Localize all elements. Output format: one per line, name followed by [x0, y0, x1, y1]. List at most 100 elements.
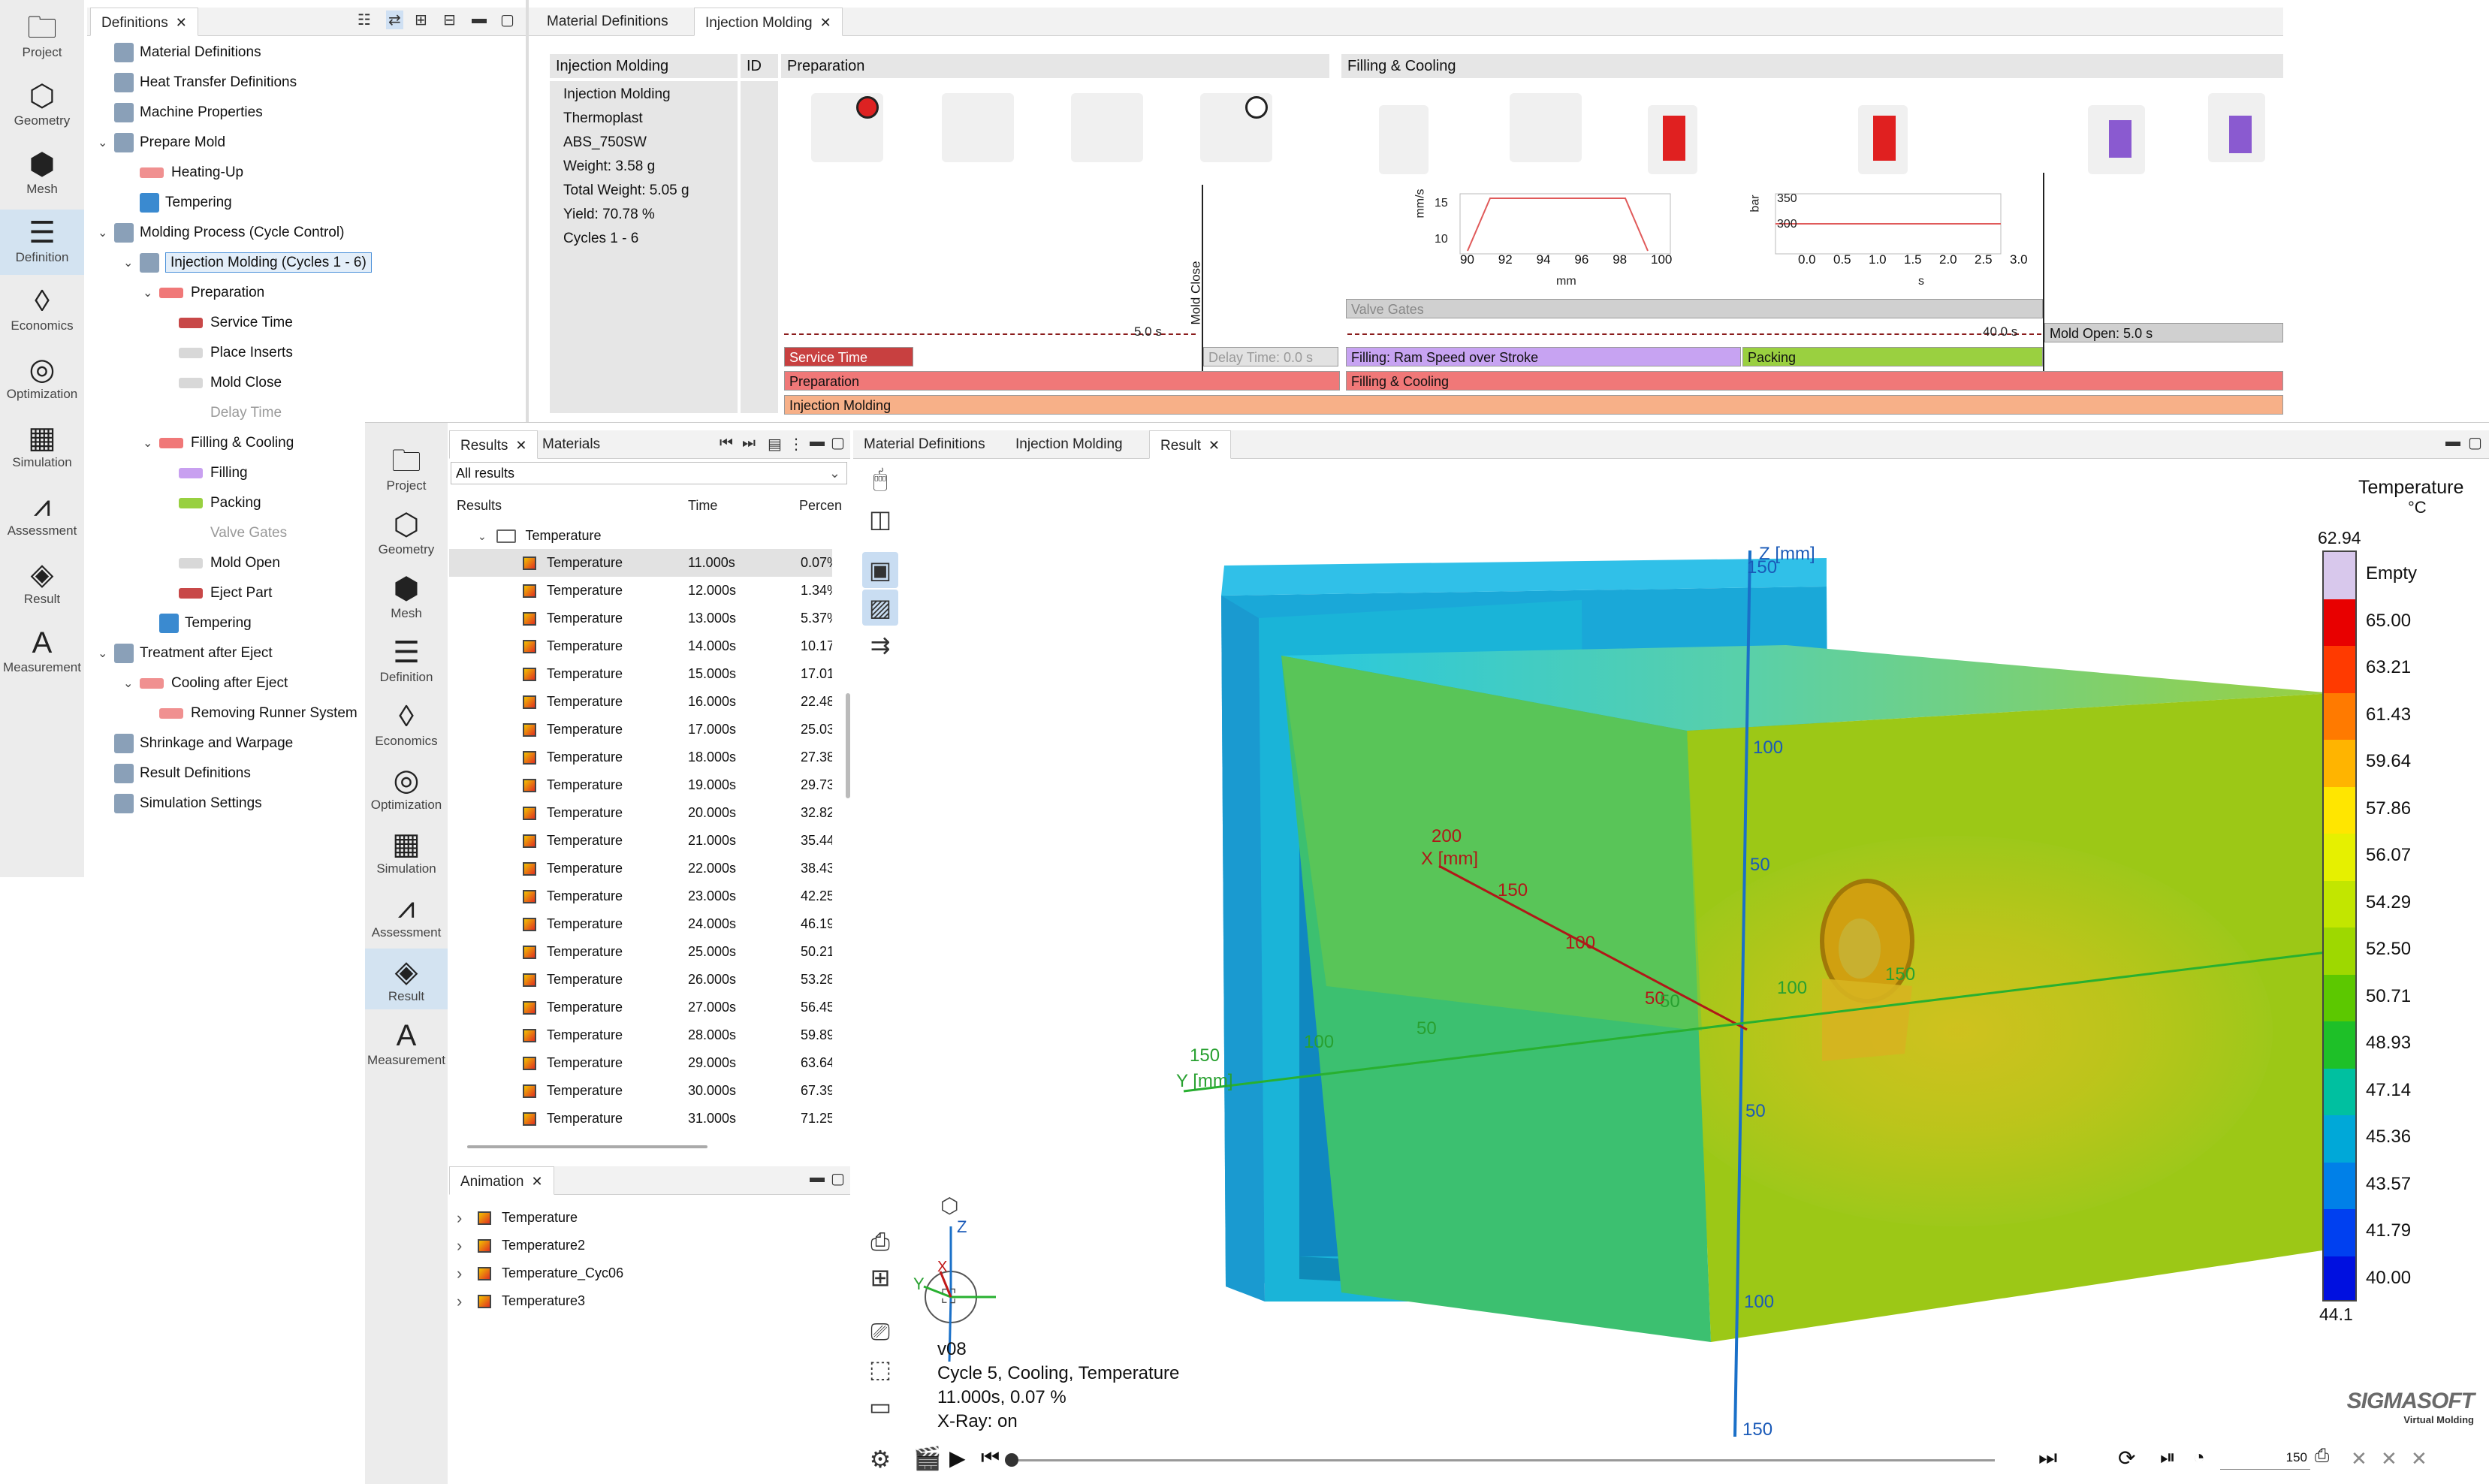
result-row[interactable]: Temperature 21.000s 35.44% — [449, 827, 832, 855]
result-row[interactable]: Temperature 31.000s 71.25% — [449, 1105, 832, 1133]
tree-item[interactable]: Tempering — [143, 608, 252, 638]
loop-icon[interactable]: ⟳ — [2118, 1446, 2135, 1470]
tree-item[interactable]: Filling — [162, 458, 248, 488]
rail-mesh[interactable]: ⬢ Mesh — [365, 566, 448, 626]
maximize-icon[interactable]: ▢ — [500, 11, 514, 29]
rail-mesh[interactable]: ⬢ Mesh — [0, 141, 84, 207]
tree-item[interactable]: Service Time — [162, 308, 293, 338]
tab-results[interactable]: Results ✕ — [449, 430, 539, 459]
rail-definition[interactable]: ☰ Definition — [365, 629, 448, 690]
close-icon[interactable]: ✕ — [1208, 438, 1220, 453]
results-folder[interactable]: ⌄ Temperature — [478, 522, 602, 549]
playback-handle[interactable] — [1005, 1453, 1018, 1467]
results-scrollbar[interactable] — [846, 693, 850, 798]
collapse-all-icon[interactable]: ☷ — [358, 11, 371, 29]
play-icon[interactable]: ▶ — [949, 1446, 966, 1470]
step-icon[interactable]: ⏯ — [2160, 1446, 2176, 1470]
tree-item[interactable]: Mold Close — [162, 368, 282, 398]
rail-measurement[interactable]: A Measurement — [0, 620, 84, 685]
injection-molding-bar[interactable]: Injection Molding — [784, 395, 2283, 415]
close-icon[interactable]: ✕ — [2381, 1447, 2397, 1470]
result-row[interactable]: Temperature 30.000s 67.39% — [449, 1077, 832, 1105]
chevron-right-icon[interactable]: › — [457, 1232, 462, 1259]
rail-definition[interactable]: ☰ Definition — [0, 210, 84, 275]
3d-viewport[interactable]: Z [mm] X [mm] Y [mm] 1501005050100150200… — [906, 460, 2363, 1437]
maximize-icon[interactable]: ▢ — [831, 433, 845, 452]
tree-item[interactable]: Tempering — [123, 188, 232, 218]
last-icon[interactable]: ⏭ — [742, 435, 756, 452]
result-row[interactable]: Temperature 28.000s 59.89% — [449, 1021, 832, 1049]
tab-injection-molding[interactable]: Injection Molding ✕ — [694, 8, 843, 36]
valve-gates-bar[interactable]: Valve Gates — [1346, 299, 2043, 318]
packing-step-icon[interactable] — [1648, 105, 1697, 174]
result-row[interactable]: Temperature 23.000s 42.25% — [449, 882, 832, 910]
home-view-icon[interactable]: ⬡ — [940, 1193, 958, 1218]
rail-economics[interactable]: ◊ Economics — [365, 693, 448, 754]
tab-result[interactable]: Result ✕ — [1149, 430, 1231, 459]
settings-icon[interactable]: ⚙ — [862, 1441, 898, 1477]
section-icon[interactable]: ◫ — [862, 501, 898, 537]
skip-end-icon[interactable]: ⏭ — [2038, 1446, 2057, 1470]
clapper-icon[interactable]: 🎬 — [913, 1446, 941, 1472]
tree-item[interactable]: Packing — [162, 488, 261, 518]
close-icon[interactable]: ✕ — [820, 15, 831, 30]
fit-view-icon[interactable]: ⛶ — [942, 1285, 955, 1309]
speed-icon[interactable]: ◔ — [2193, 1446, 2205, 1469]
expand-icon[interactable]: ⌄ — [123, 669, 140, 699]
transform-icon[interactable]: ⇉ — [862, 627, 898, 663]
result-row[interactable]: Temperature 25.000s 50.21% — [449, 938, 832, 966]
tree-item[interactable]: Heating-Up — [123, 158, 243, 188]
expand-icon[interactable]: ⌄ — [98, 639, 114, 669]
animation-item[interactable]: › Temperature_Cyc06 — [457, 1259, 832, 1287]
expand-icon[interactable]: ⌄ — [478, 530, 487, 542]
tree-item[interactable]: Delay Time — [162, 398, 282, 428]
chevron-right-icon[interactable]: › — [457, 1259, 462, 1287]
tree-item[interactable]: ⌄ Preparation — [143, 278, 264, 308]
result-row[interactable]: Temperature 26.000s 53.28% — [449, 966, 832, 994]
tree-item[interactable]: Place Inserts — [162, 338, 293, 368]
playback-field[interactable]: 150 — [2220, 1450, 2310, 1470]
result-row[interactable]: Temperature 11.000s 0.07% — [449, 549, 832, 577]
tree-item[interactable]: ⌄ Molding Process (Cycle Control) — [98, 218, 344, 248]
rail-assessment[interactable]: ⩘ Assessment — [365, 885, 448, 946]
rail-optimization[interactable]: ◎ Optimization — [0, 346, 84, 412]
delay-time-icon[interactable] — [1200, 93, 1272, 162]
tree-item[interactable]: Simulation Settings — [98, 789, 262, 819]
filling-bar[interactable]: Filling: Ram Speed over Stroke — [1346, 347, 1741, 366]
minimize-icon[interactable]: ▬ — [810, 1169, 825, 1187]
rail-result[interactable]: ◈ Result — [0, 551, 84, 617]
tree-item[interactable]: ⌄ Injection Molding (Cycles 1 - 6) — [123, 248, 372, 278]
rail-simulation[interactable]: ▦ Simulation — [0, 415, 84, 480]
packing-bar[interactable]: Packing — [1742, 347, 2043, 366]
result-row[interactable]: Temperature 20.000s 32.82% — [449, 799, 832, 827]
tab-definitions[interactable]: Definitions ✕ — [90, 8, 198, 36]
minimize-icon[interactable]: ▬ — [472, 11, 487, 28]
sync-icon[interactable]: ⇄ — [386, 11, 403, 29]
maximize-icon[interactable]: ▢ — [2468, 433, 2482, 452]
preparation-bar[interactable]: Preparation — [784, 371, 1340, 391]
mold-open-icon[interactable] — [2088, 105, 2145, 174]
tab-material-definitions[interactable]: Material Definitions — [853, 430, 996, 459]
rail-geometry[interactable]: ⬡ Geometry — [0, 73, 84, 138]
tree-item[interactable]: ⌄ Prepare Mold — [98, 128, 225, 158]
playback-slider[interactable] — [1011, 1459, 1995, 1461]
tree-item[interactable]: Valve Gates — [162, 518, 287, 548]
image-icon[interactable]: ▭ — [862, 1389, 898, 1425]
options-icon[interactable]: ⋮ — [789, 435, 804, 454]
result-row[interactable]: Temperature 16.000s 22.48% — [449, 688, 832, 716]
result-row[interactable]: Temperature 13.000s 5.37% — [449, 605, 832, 632]
remove-icon[interactable]: ⊟ — [443, 11, 456, 29]
tree-item[interactable]: Mold Open — [162, 548, 280, 578]
service-time-bar[interactable]: Service Time — [784, 347, 913, 366]
animation-item[interactable]: › Temperature2 — [457, 1232, 832, 1259]
animation-item[interactable]: › Temperature — [457, 1204, 832, 1232]
result-row[interactable]: Temperature 27.000s 56.45% — [449, 994, 832, 1021]
tree-item[interactable]: ⌄ Filling & Cooling — [143, 428, 294, 458]
first-icon[interactable]: ⏮ — [720, 435, 733, 452]
tree-item[interactable]: Heat Transfer Definitions — [98, 68, 297, 98]
maximize-icon[interactable]: ▢ — [831, 1169, 845, 1188]
rail-assessment[interactable]: ⩘ Assessment — [0, 483, 84, 548]
place-inserts-icon[interactable] — [942, 93, 1014, 162]
rail-measurement[interactable]: A Measurement — [365, 1012, 448, 1073]
result-row[interactable]: Temperature 14.000s 10.17% — [449, 632, 832, 660]
